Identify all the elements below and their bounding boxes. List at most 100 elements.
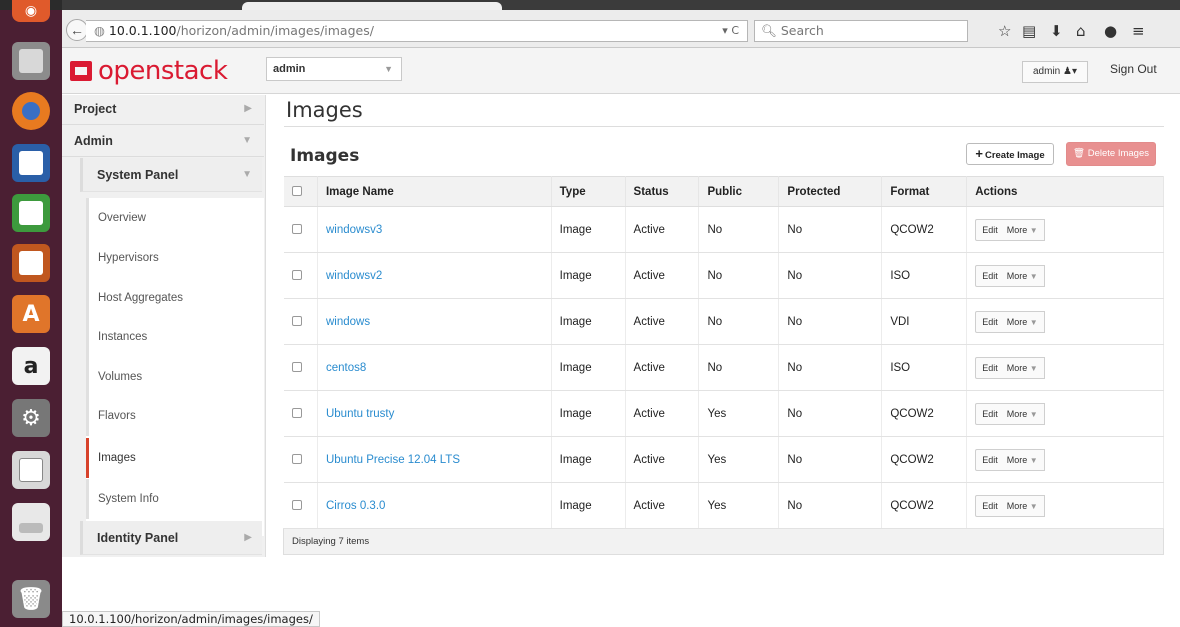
software-center-icon[interactable]: A bbox=[12, 295, 50, 333]
chat-icon[interactable]: ● bbox=[1104, 22, 1117, 40]
select-all-cell bbox=[283, 176, 318, 207]
openstack-logo[interactable]: openstack bbox=[70, 56, 228, 86]
column-header-format[interactable]: Format bbox=[881, 176, 968, 207]
sidebar-item-overview[interactable]: Overview bbox=[86, 198, 264, 238]
search-placeholder: Search bbox=[780, 23, 824, 38]
select-all-checkbox[interactable] bbox=[291, 186, 302, 197]
more-dropdown-button[interactable]: More ▼ bbox=[1000, 402, 1045, 425]
search-input[interactable]: 🔍︎ Search bbox=[754, 20, 968, 42]
more-dropdown-button[interactable]: More ▼ bbox=[1000, 218, 1045, 241]
amazon-icon[interactable]: a bbox=[12, 347, 50, 385]
more-label: More bbox=[1006, 316, 1028, 327]
horizon-header: openstack admin ▼ admin ♟▾ Sign Out bbox=[62, 48, 1180, 94]
image-protected: No bbox=[778, 206, 883, 253]
table-row: Ubuntu Precise 12.04 LTS Image Active Yes No… bbox=[283, 436, 1164, 483]
browser-tab-strip bbox=[62, 0, 1180, 10]
create-image-button[interactable]: + Create Image bbox=[966, 143, 1054, 165]
sidebar-admin[interactable]: Admin ▼ bbox=[62, 127, 264, 157]
column-header-public[interactable]: Public bbox=[698, 176, 780, 207]
column-header-status[interactable]: Status bbox=[625, 176, 700, 207]
bookmark-star-icon[interactable]: ☆ bbox=[998, 22, 1011, 40]
sidebar-item-hypervisors[interactable]: Hypervisors bbox=[86, 238, 264, 278]
project-select[interactable]: admin ▼ bbox=[266, 57, 402, 81]
image-name-link[interactable]: windowsv2 bbox=[317, 252, 552, 299]
ubuntu-dash-icon[interactable]: ◉ bbox=[12, 0, 50, 22]
column-header-name[interactable]: Image Name bbox=[317, 176, 552, 207]
image-name-link[interactable]: windowsv3 bbox=[317, 206, 552, 253]
reload-icon[interactable]: ▾ C bbox=[722, 21, 739, 41]
image-name-link[interactable]: centos8 bbox=[317, 344, 552, 391]
sidebar-item-images[interactable]: Images bbox=[86, 438, 264, 478]
more-label: More bbox=[1006, 408, 1028, 419]
sidebar-item-system-info[interactable]: System Info bbox=[86, 479, 264, 519]
more-dropdown-button[interactable]: More ▼ bbox=[1000, 310, 1045, 333]
sidebar-project[interactable]: Project ▶ bbox=[62, 95, 264, 125]
reading-list-icon[interactable]: ▤ bbox=[1022, 22, 1036, 40]
impress-icon[interactable] bbox=[12, 244, 50, 282]
sidebar-system-panel-label: System Panel bbox=[97, 168, 179, 182]
trash-icon[interactable]: 🗑 bbox=[12, 580, 50, 618]
calc-icon[interactable] bbox=[12, 194, 50, 232]
search-icon: 🔍︎ bbox=[761, 23, 781, 38]
row-actions: Edit More ▼ bbox=[966, 390, 1164, 437]
create-image-label: Create Image bbox=[984, 150, 1045, 161]
more-dropdown-button[interactable]: More ▼ bbox=[1000, 494, 1045, 517]
row-checkbox[interactable] bbox=[291, 224, 302, 235]
table-row: windowsv3 Image Active No No QCOW2 Edit More ▼ bbox=[283, 206, 1164, 253]
row-checkbox[interactable] bbox=[291, 270, 302, 281]
brand-text: openstack bbox=[98, 56, 228, 86]
sidebar-item-instances[interactable]: Instances bbox=[86, 317, 264, 357]
delete-images-button[interactable]: 🗑︎ Delete Images bbox=[1066, 142, 1156, 166]
chevron-down-icon: ▼ bbox=[1029, 501, 1038, 511]
sidebar-item-flavors[interactable]: Flavors bbox=[86, 396, 264, 436]
image-format: VDI bbox=[881, 298, 968, 345]
home-icon[interactable]: ⌂ bbox=[1076, 22, 1086, 40]
row-checkbox[interactable] bbox=[291, 316, 302, 327]
user-menu[interactable]: admin ♟▾ bbox=[1022, 61, 1088, 83]
column-header-protected[interactable]: Protected bbox=[778, 176, 883, 207]
row-checkbox[interactable] bbox=[291, 362, 302, 373]
sidebar-item-volumes[interactable]: Volumes bbox=[86, 357, 264, 397]
chevron-right-icon: ▶ bbox=[244, 103, 252, 114]
image-name-link[interactable]: Ubuntu Precise 12.04 LTS bbox=[317, 436, 552, 483]
row-checkbox[interactable] bbox=[291, 500, 302, 511]
writer-icon[interactable] bbox=[12, 144, 50, 182]
text-editor-icon[interactable] bbox=[12, 451, 50, 489]
firefox-icon[interactable] bbox=[12, 92, 50, 130]
more-dropdown-button[interactable]: More ▼ bbox=[1000, 448, 1045, 471]
column-header-actions: Actions bbox=[966, 176, 1164, 207]
sidebar-identity-panel[interactable]: Identity Panel ▶ bbox=[80, 521, 262, 555]
more-dropdown-button[interactable]: More ▼ bbox=[1000, 356, 1045, 379]
image-protected: No bbox=[778, 436, 883, 483]
more-dropdown-button[interactable]: More ▼ bbox=[1000, 264, 1045, 287]
sidebar-identity-panel-label: Identity Panel bbox=[97, 531, 179, 545]
image-protected: No bbox=[778, 252, 883, 299]
more-label: More bbox=[1006, 224, 1028, 235]
settings-icon[interactable]: ⚙ bbox=[12, 399, 50, 437]
more-label: More bbox=[1006, 362, 1028, 373]
drive-icon[interactable] bbox=[12, 503, 50, 541]
table-header-row: Image Name Type Status Public Protected … bbox=[283, 176, 1164, 207]
table-row: centos8 Image Active No No ISO Edit More ▼ bbox=[283, 344, 1164, 391]
row-checkbox[interactable] bbox=[291, 454, 302, 465]
download-icon[interactable]: ⬇ bbox=[1050, 22, 1063, 40]
files-icon[interactable] bbox=[12, 42, 50, 80]
back-button[interactable]: ← bbox=[66, 19, 88, 41]
image-name-link[interactable]: Cirros 0.3.0 bbox=[317, 482, 552, 529]
url-bar[interactable]: ◍ 10.0.1.100/horizon/admin/images/images/… bbox=[86, 20, 748, 42]
sidebar-system-panel[interactable]: System Panel ▼ bbox=[80, 158, 262, 192]
image-status: Active bbox=[625, 436, 700, 483]
image-name-link[interactable]: windows bbox=[317, 298, 552, 345]
column-header-type[interactable]: Type bbox=[551, 176, 626, 207]
row-select-cell bbox=[283, 482, 318, 529]
browser-tab[interactable] bbox=[242, 2, 502, 10]
menu-icon[interactable]: ≡ bbox=[1132, 22, 1145, 40]
row-checkbox[interactable] bbox=[291, 408, 302, 419]
image-name-link[interactable]: Ubuntu trusty bbox=[317, 390, 552, 437]
sidebar-item-host-aggregates[interactable]: Host Aggregates bbox=[86, 278, 264, 318]
sign-out-link[interactable]: Sign Out bbox=[1110, 62, 1157, 76]
table-title: Images bbox=[290, 146, 360, 166]
image-protected: No bbox=[778, 344, 883, 391]
image-status: Active bbox=[625, 252, 700, 299]
more-label: More bbox=[1006, 500, 1028, 511]
